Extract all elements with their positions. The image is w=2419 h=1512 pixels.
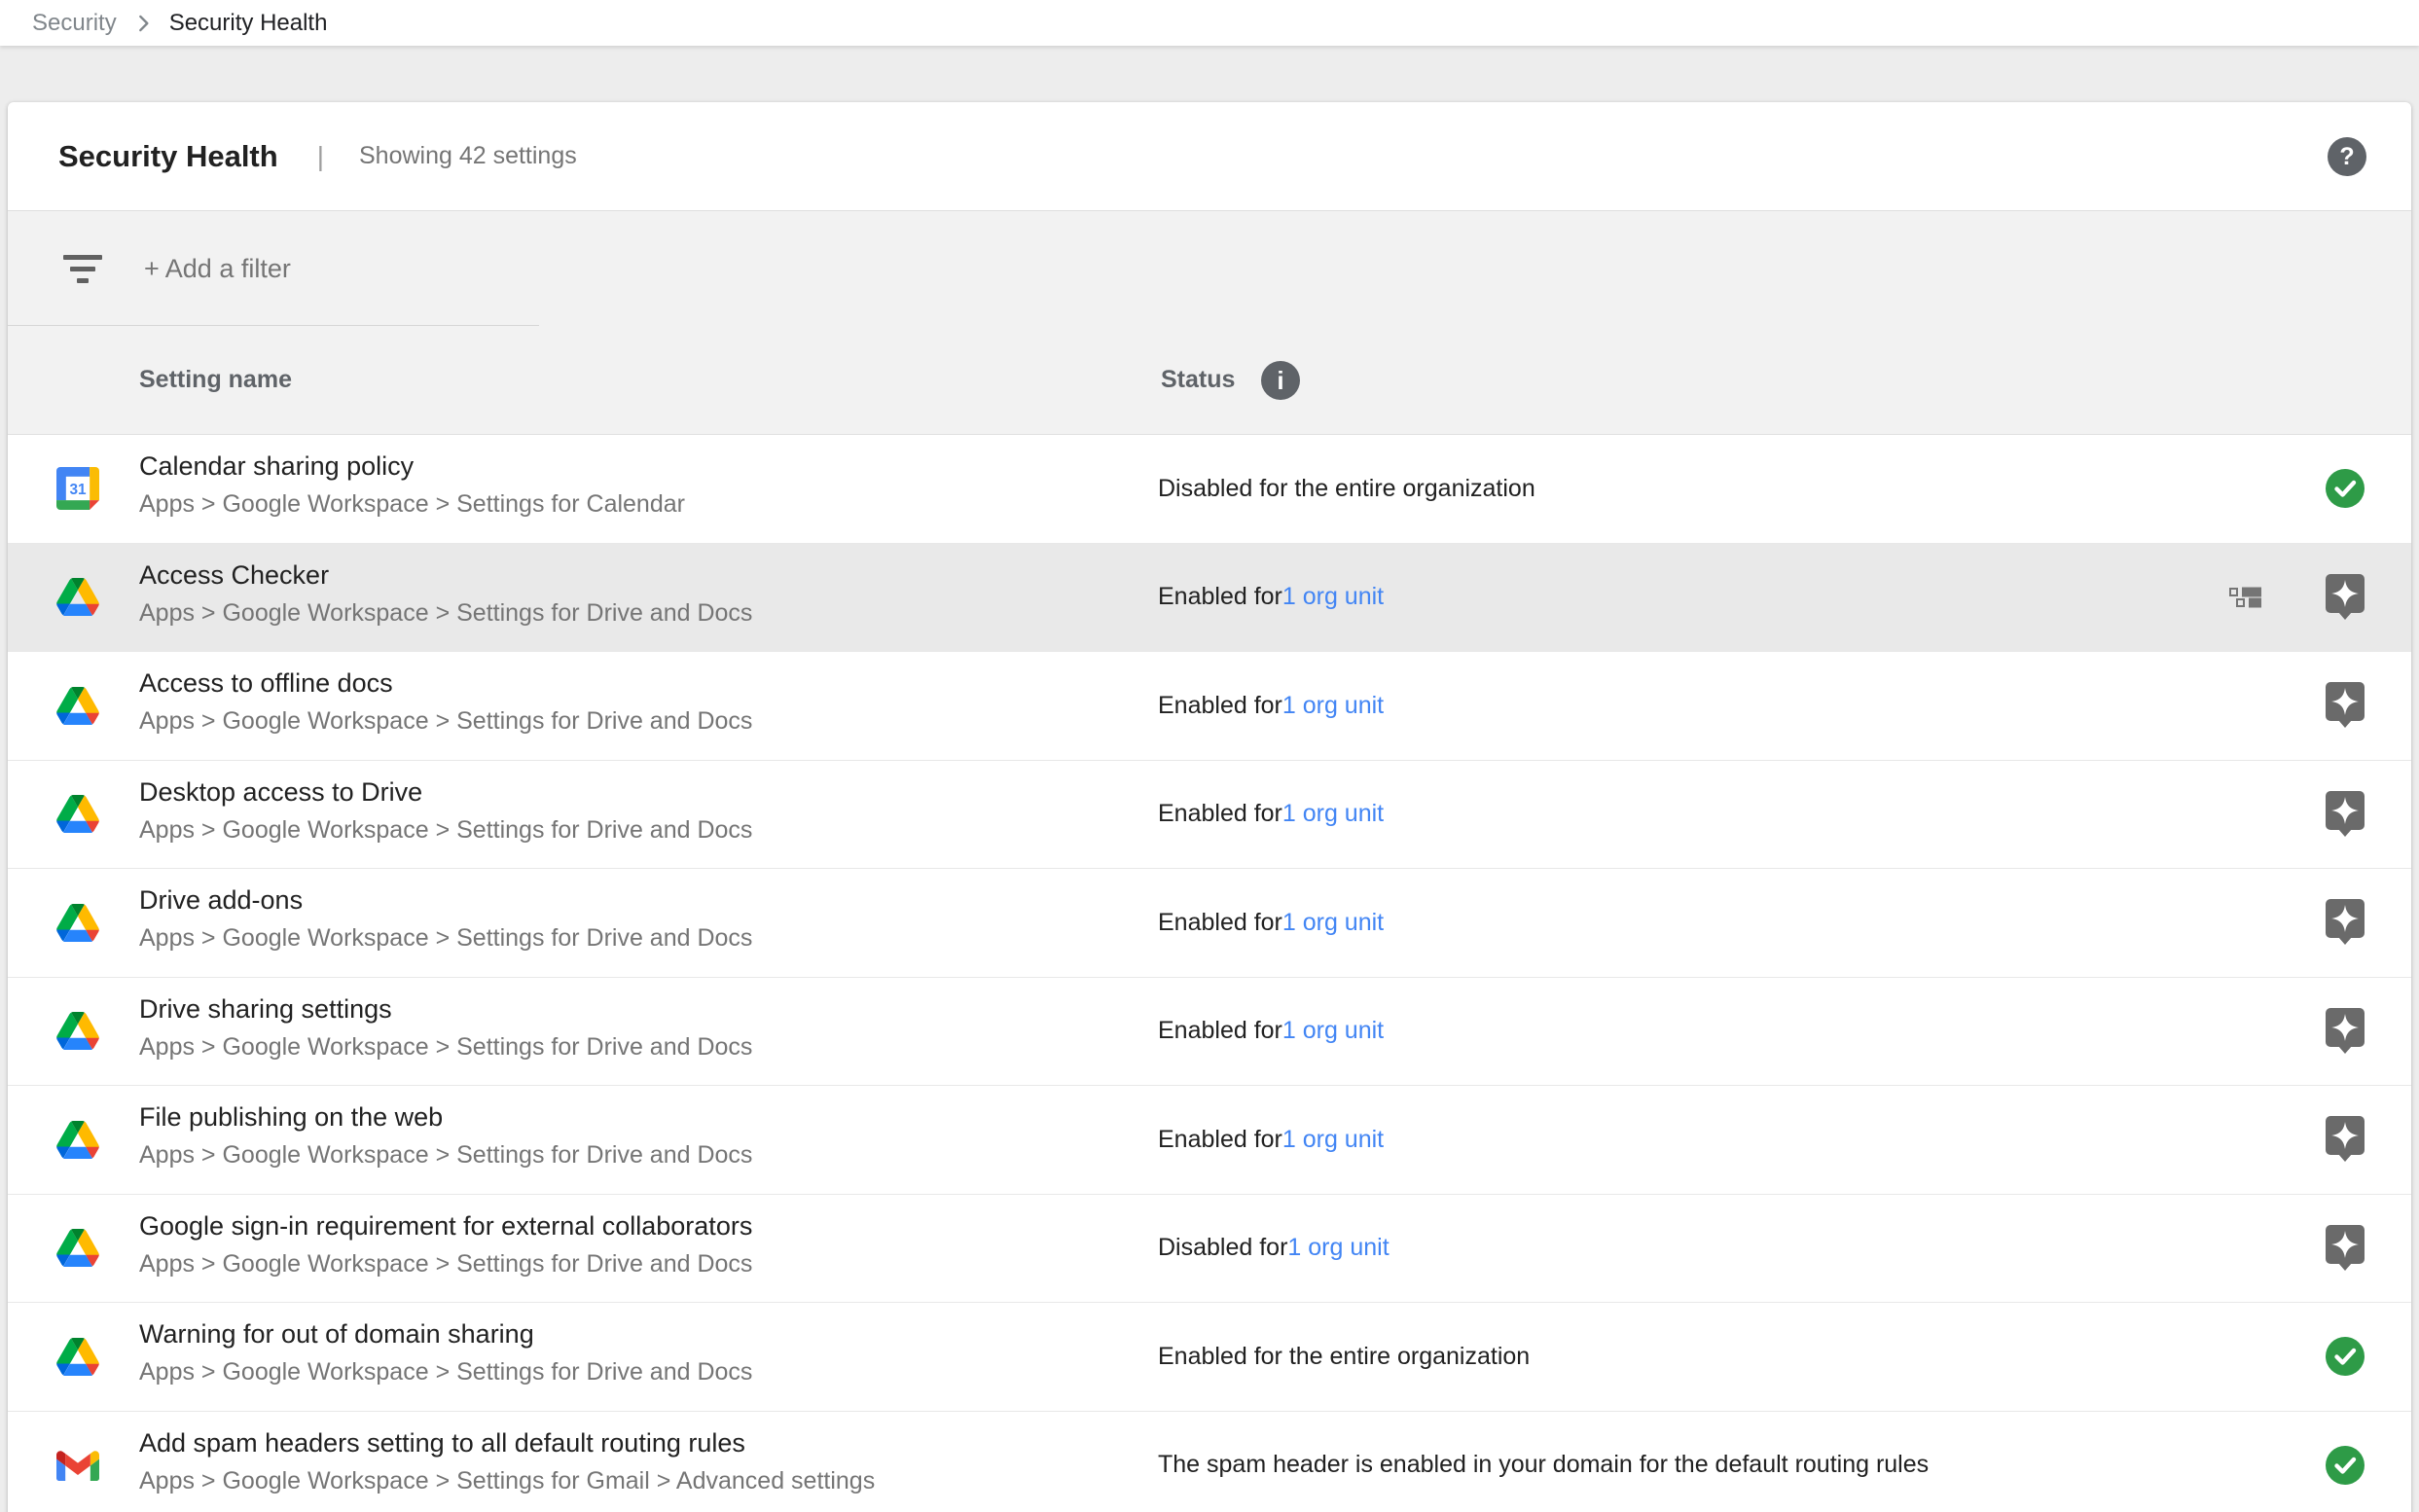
status-text: Enabled for the entire organization bbox=[1158, 1343, 1530, 1371]
status-text: Enabled for bbox=[1158, 692, 1282, 720]
status-column-header: Status bbox=[1161, 366, 1235, 394]
setting-path: Apps > Google Workspace > Settings for D… bbox=[139, 599, 752, 628]
org-unit-link[interactable]: 1 org unit bbox=[1282, 692, 1384, 720]
tools-section: + Add a filter Setting name Status i bbox=[8, 211, 2411, 435]
breadcrumb-security-link[interactable]: Security bbox=[32, 10, 117, 37]
recommendation-badge-icon[interactable] bbox=[2326, 574, 2365, 621]
status-text: Disabled for bbox=[1158, 1234, 1287, 1262]
org-units-icon[interactable] bbox=[2229, 587, 2262, 608]
setting-title: Add spam headers setting to all default … bbox=[139, 1428, 745, 1458]
status-text: Enabled for bbox=[1158, 909, 1282, 937]
status-text: Enabled for bbox=[1158, 1126, 1282, 1154]
status-text: Enabled for bbox=[1158, 800, 1282, 828]
drive-icon bbox=[56, 1227, 99, 1270]
setting-title: File publishing on the web bbox=[139, 1102, 443, 1133]
table-row-2[interactable]: Access Checker Apps > Google Workspace >… bbox=[8, 544, 2411, 653]
settings-list: 31 Calendar sharing policy Apps > Google… bbox=[8, 435, 2411, 1512]
table-row-7[interactable]: File publishing on the web Apps > Google… bbox=[8, 1086, 2411, 1195]
drive-icon bbox=[56, 793, 99, 836]
title-divider: | bbox=[317, 141, 324, 172]
setting-path: Apps > Google Workspace > Settings for G… bbox=[139, 1467, 875, 1495]
security-health-card: Security Health | Showing 42 settings ? … bbox=[8, 102, 2411, 1512]
setting-path: Apps > Google Workspace > Settings for D… bbox=[139, 1033, 752, 1062]
security-health-page: Security Security Health Security Health… bbox=[0, 0, 2419, 1512]
table-row-10[interactable]: Add spam headers setting to all default … bbox=[8, 1412, 2411, 1512]
org-unit-link[interactable]: 1 org unit bbox=[1282, 909, 1384, 937]
org-unit-link[interactable]: 1 org unit bbox=[1282, 1126, 1384, 1154]
setting-title: Drive sharing settings bbox=[139, 994, 392, 1025]
org-unit-link[interactable]: 1 org unit bbox=[1282, 583, 1384, 611]
setting-path: Apps > Google Workspace > Settings for D… bbox=[139, 1358, 752, 1386]
breadcrumb-current: Security Health bbox=[169, 10, 328, 37]
check-circle-icon bbox=[2326, 1333, 2365, 1380]
drive-icon bbox=[56, 576, 99, 619]
add-filter-button[interactable]: + Add a filter bbox=[144, 254, 291, 284]
drive-icon bbox=[56, 684, 99, 727]
setting-title: Calendar sharing policy bbox=[139, 451, 414, 482]
recommendation-badge-icon[interactable] bbox=[2326, 1008, 2365, 1055]
table-row-9[interactable]: Warning for out of domain sharing Apps >… bbox=[8, 1303, 2411, 1412]
help-icon[interactable]: ? bbox=[2328, 137, 2366, 176]
recommendation-badge-icon[interactable] bbox=[2326, 1116, 2365, 1163]
page-title: Security Health bbox=[58, 139, 278, 174]
org-unit-link[interactable]: 1 org unit bbox=[1282, 800, 1384, 828]
recommendation-badge-icon[interactable] bbox=[2326, 899, 2365, 946]
recommendation-badge-icon[interactable] bbox=[2326, 682, 2365, 729]
setting-path: Apps > Google Workspace > Settings for D… bbox=[139, 1141, 752, 1170]
drive-icon bbox=[56, 1010, 99, 1053]
status-text: Enabled for bbox=[1158, 583, 1282, 611]
setting-path: Apps > Google Workspace > Settings for D… bbox=[139, 707, 752, 736]
setting-title: Drive add-ons bbox=[139, 885, 303, 916]
table-row-4[interactable]: Desktop access to Drive Apps > Google Wo… bbox=[8, 761, 2411, 870]
table-row-3[interactable]: Access to offline docs Apps > Google Wor… bbox=[8, 652, 2411, 761]
status-text: Enabled for bbox=[1158, 1017, 1282, 1045]
recommendation-badge-icon[interactable] bbox=[2326, 1225, 2365, 1272]
recommendation-badge-icon[interactable] bbox=[2326, 791, 2365, 838]
settings-count: Showing 42 settings bbox=[359, 142, 577, 170]
check-circle-icon bbox=[2326, 465, 2365, 512]
setting-name-column-header: Setting name bbox=[139, 366, 292, 394]
org-unit-link[interactable]: 1 org unit bbox=[1287, 1234, 1389, 1262]
gmail-icon bbox=[56, 1444, 99, 1487]
drive-icon bbox=[56, 901, 99, 944]
chevron-right-icon bbox=[130, 11, 156, 36]
setting-path: Apps > Google Workspace > Settings for D… bbox=[139, 924, 752, 953]
status-info-icon[interactable]: i bbox=[1261, 361, 1300, 400]
table-row-5[interactable]: Drive add-ons Apps > Google Workspace > … bbox=[8, 869, 2411, 978]
setting-path: Apps > Google Workspace > Settings for D… bbox=[139, 816, 752, 845]
status-text: The spam header is enabled in your domai… bbox=[1158, 1451, 1929, 1479]
table-header: Setting name Status i bbox=[8, 326, 2411, 434]
setting-title: Access to offline docs bbox=[139, 668, 393, 699]
breadcrumb: Security Security Health bbox=[0, 0, 2419, 46]
setting-title: Desktop access to Drive bbox=[139, 777, 422, 808]
filter-bar: + Add a filter bbox=[8, 211, 2411, 326]
card-header: Security Health | Showing 42 settings ? bbox=[8, 102, 2411, 211]
setting-title: Warning for out of domain sharing bbox=[139, 1319, 534, 1350]
svg-text:31: 31 bbox=[69, 482, 87, 498]
check-circle-icon bbox=[2326, 1442, 2365, 1489]
org-unit-link[interactable]: 1 org unit bbox=[1282, 1017, 1384, 1045]
table-row-6[interactable]: Drive sharing settings Apps > Google Wor… bbox=[8, 978, 2411, 1087]
drive-icon bbox=[56, 1335, 99, 1378]
setting-path: Apps > Google Workspace > Settings for D… bbox=[139, 1250, 752, 1278]
table-row-1[interactable]: 31 Calendar sharing policy Apps > Google… bbox=[8, 435, 2411, 544]
drive-icon bbox=[56, 1118, 99, 1161]
setting-title: Google sign-in requirement for external … bbox=[139, 1211, 752, 1242]
filter-icon[interactable] bbox=[60, 251, 105, 286]
setting-path: Apps > Google Workspace > Settings for C… bbox=[139, 490, 685, 519]
setting-title: Access Checker bbox=[139, 560, 329, 591]
table-row-8[interactable]: Google sign-in requirement for external … bbox=[8, 1195, 2411, 1304]
status-text: Disabled for the entire organization bbox=[1158, 475, 1535, 503]
calendar-icon: 31 bbox=[56, 467, 99, 510]
